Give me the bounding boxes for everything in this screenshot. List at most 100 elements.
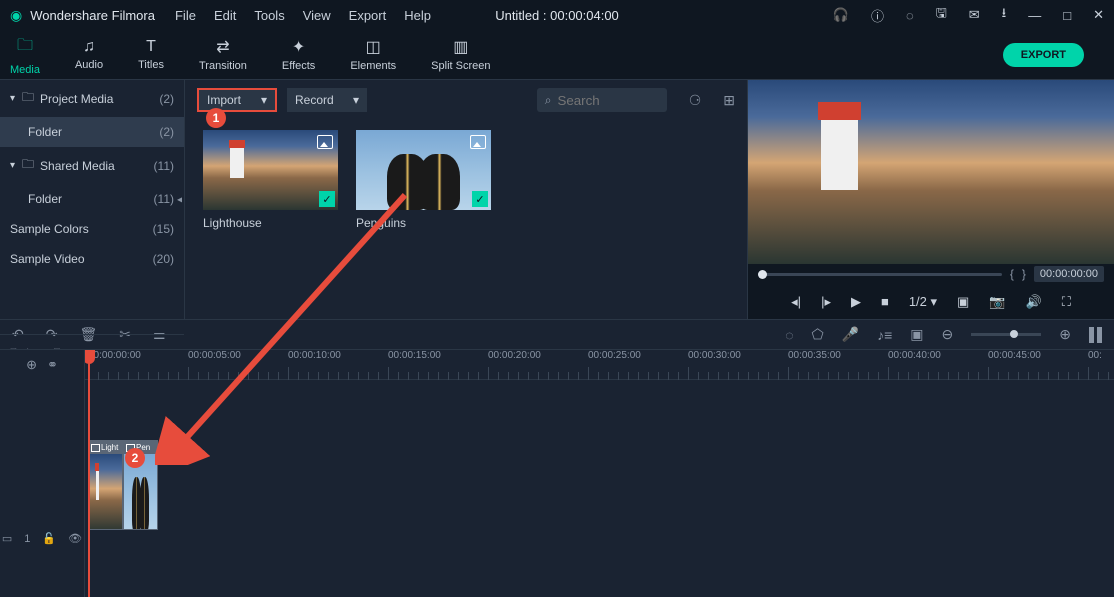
filter-icon[interactable]: ⚆ (689, 92, 702, 109)
sidebar-item-sample-video[interactable]: Sample Video(20) (0, 244, 184, 274)
timeline-tracks[interactable]: 00:00:00:0000:00:05:0000:00:10:0000:00:1… (85, 350, 1114, 597)
preview-scrubber[interactable] (758, 273, 1002, 276)
window-controls: 🎧 ⓘ ◌ 🖫 ✉ ⭳ — □ ✕ (833, 4, 1104, 26)
fullscreen-icon[interactable]: ⛶ (1062, 294, 1071, 310)
timeline: ⊕ ⚭ ▭ 1 🔓 👁 00:00:00:0000:00:05:0000:00:… (0, 349, 1114, 597)
minimize-icon[interactable]: — (1028, 8, 1041, 23)
stop-icon[interactable]: ■ (881, 294, 889, 309)
search-icon: ⌕ (545, 93, 552, 108)
sidebar-item-folder2[interactable]: Folder(11) (0, 184, 184, 214)
media-toolbar: Import▾ Record▾ ⌕ ⚆ ⊞ (185, 80, 747, 120)
tab-split-screen[interactable]: ▥Split Screen (431, 37, 490, 72)
zoom-slider[interactable] (971, 333, 1041, 336)
lock-icon[interactable]: 🔓 (42, 532, 56, 545)
transition-icon: ⇄ (216, 37, 229, 57)
crop-icon[interactable]: ▣ (957, 294, 969, 310)
sparkle-icon: ✦ (292, 37, 305, 57)
add-track-icon[interactable]: ⊕ (26, 357, 37, 373)
track-header-video1[interactable]: ▭ 1 🔓 👁 (0, 480, 84, 597)
play-icon[interactable]: ▶ (851, 294, 861, 310)
shapes-icon: ◫ (366, 37, 381, 57)
tab-transition[interactable]: ⇄Transition (199, 37, 247, 72)
prev-frame-icon[interactable]: ◂| (791, 294, 801, 310)
visibility-icon[interactable]: 👁 (68, 532, 82, 545)
audio-mixer-icon[interactable]: ♪≡ (877, 327, 892, 343)
timeline-ruler[interactable]: 00:00:00:0000:00:05:0000:00:10:0000:00:1… (85, 350, 1114, 380)
download-icon[interactable]: ⭳ (1002, 4, 1007, 26)
ruler-mark: 00:00:45:00 (988, 350, 1041, 361)
timeline-clips: Light Pen (88, 440, 158, 530)
menu-help[interactable]: Help (404, 8, 431, 23)
info-icon[interactable]: ⓘ (871, 6, 884, 25)
chevron-down-icon: ▾ (353, 93, 359, 107)
image-icon (317, 135, 333, 149)
mark-out-icon[interactable]: } (1022, 267, 1026, 281)
zoom-fit-icon[interactable] (1089, 327, 1102, 343)
ruler-mark: 00: (1088, 350, 1102, 361)
maximize-icon[interactable]: □ (1063, 8, 1071, 23)
image-icon (470, 135, 486, 149)
tab-effects[interactable]: ✦Effects (282, 37, 315, 72)
playhead[interactable] (88, 350, 90, 597)
account-icon[interactable]: ◌ (906, 8, 914, 23)
sidebar-item-sample-colors[interactable]: Sample Colors(15) (0, 214, 184, 244)
menu-bar: File Edit Tools View Export Help (175, 8, 431, 23)
zoom-out-icon[interactable]: ⊖ (942, 326, 954, 343)
menu-file[interactable]: File (175, 8, 196, 23)
ruler-mark: 00:00:15:00 (388, 350, 441, 361)
search-input[interactable]: ⌕ (537, 88, 667, 112)
grid-view-icon[interactable]: ⊞ (723, 92, 735, 109)
close-icon[interactable]: ✕ (1093, 7, 1104, 23)
track-type-icon: ▭ (2, 532, 12, 545)
chevron-down-icon: ▾ (10, 93, 22, 104)
tab-audio[interactable]: ♫Audio (75, 38, 103, 71)
clip-lighthouse[interactable]: Light (88, 440, 123, 530)
ruler-mark: 00:00:05:00 (188, 350, 241, 361)
ruler-mark: 00:00:35:00 (788, 350, 841, 361)
volume-icon[interactable]: 🔊 (1026, 294, 1042, 310)
ruler-mark: 00:00:00:00 (88, 350, 141, 361)
media-thumb-penguins[interactable]: ✓ Penguins (356, 130, 491, 230)
mail-icon[interactable]: ✉ (969, 7, 980, 23)
document-title: Untitled : 00:00:04:00 (495, 8, 619, 23)
music-icon: ♫ (83, 38, 95, 56)
sidebar-item-shared-media[interactable]: ▾🗀Shared Media(11) (0, 147, 184, 184)
voiceover-icon[interactable]: 🎤 (842, 326, 859, 343)
sidebar-item-folder[interactable]: Folder(2) (0, 117, 184, 147)
zoom-in-icon[interactable]: ⊕ (1059, 326, 1071, 343)
export-button[interactable]: EXPORT (1003, 43, 1084, 67)
chevron-down-icon: ▾ (10, 160, 22, 171)
snapshot-icon[interactable]: 📷 (989, 294, 1005, 310)
tab-elements[interactable]: ◫Elements (350, 37, 396, 72)
import-dropdown[interactable]: Import▾ (197, 88, 277, 112)
media-browser: ◂ Import▾ Record▾ ⌕ ⚆ ⊞ ✓ Lighthouse ✓ P… (185, 80, 747, 319)
mark-in-icon[interactable]: { (1010, 267, 1014, 281)
preview-viewport[interactable] (748, 80, 1114, 264)
media-thumb-lighthouse[interactable]: ✓ Lighthouse (203, 130, 338, 230)
annotation-marker-2: 2 (125, 448, 145, 468)
preview-scrubber-row: { } 00:00:00:00 (748, 264, 1114, 284)
support-icon[interactable]: 🎧 (833, 7, 849, 23)
render-icon[interactable]: ◌ (785, 327, 793, 343)
record-dropdown[interactable]: Record▾ (287, 88, 367, 112)
save-icon[interactable]: 🖫 (936, 4, 947, 26)
collapse-sidebar-icon[interactable]: ◂ (177, 194, 182, 205)
picture-icon[interactable]: ▣ (910, 326, 923, 343)
playback-speed[interactable]: 1/2 ▾ (909, 294, 937, 310)
menu-edit[interactable]: Edit (214, 8, 236, 23)
title-bar: ◉ Wondershare Filmora File Edit Tools Vi… (0, 0, 1114, 30)
thumbnail-grid: ✓ Lighthouse ✓ Penguins (185, 120, 747, 240)
ruler-mark: 00:00:40:00 (888, 350, 941, 361)
menu-export[interactable]: Export (349, 8, 387, 23)
tab-titles[interactable]: TTitles (138, 38, 164, 71)
split-icon: ▥ (453, 37, 468, 57)
app-title: Wondershare Filmora (30, 8, 155, 23)
menu-view[interactable]: View (303, 8, 331, 23)
tab-media[interactable]: 🗀Media (10, 34, 40, 76)
menu-tools[interactable]: Tools (254, 8, 284, 23)
step-back-icon[interactable]: |▸ (821, 294, 831, 310)
link-icon[interactable]: ⚭ (47, 357, 58, 373)
sidebar-item-project-media[interactable]: ▾🗀Project Media(2) (0, 80, 184, 117)
marker-icon[interactable]: ⬠ (812, 326, 824, 343)
preview-panel: { } 00:00:00:00 ◂| |▸ ▶ ■ 1/2 ▾ ▣ 📷 🔊 ⛶ (747, 80, 1114, 319)
